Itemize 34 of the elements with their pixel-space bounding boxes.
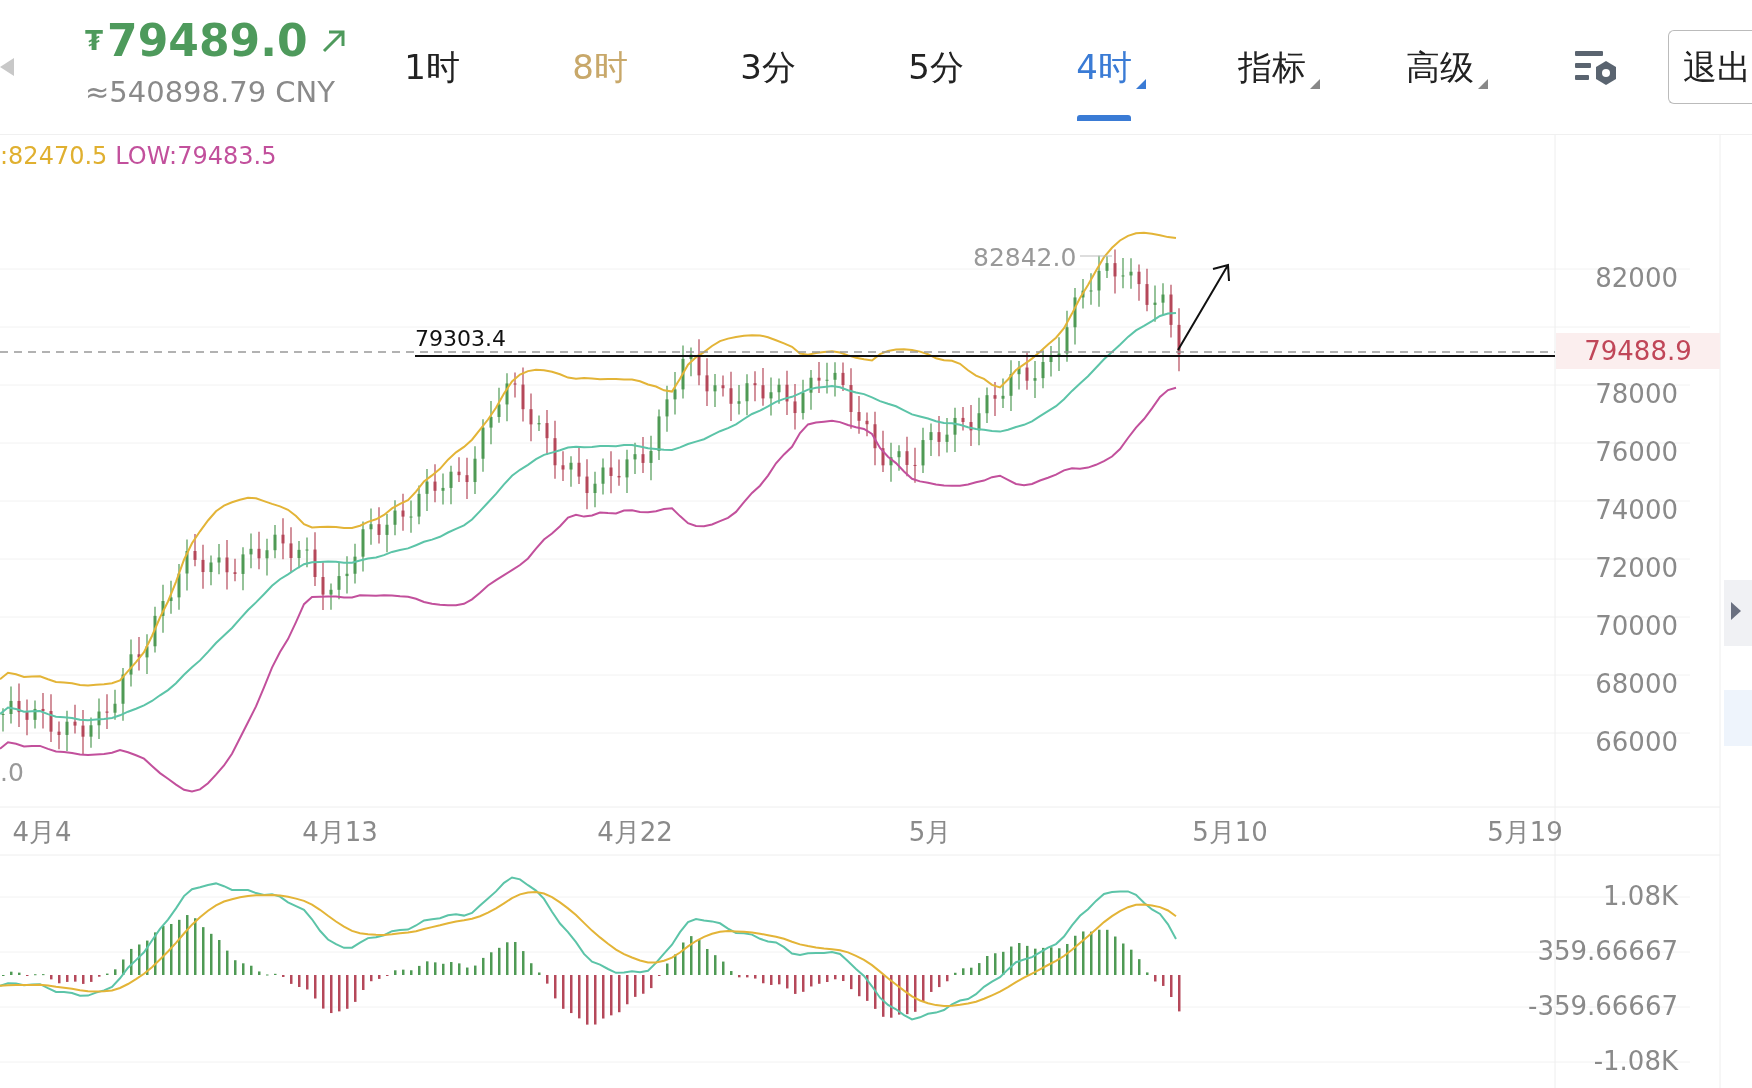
current-price: 79489.0	[107, 19, 308, 64]
price-level-label: 79303.4	[415, 326, 506, 351]
price-axis-label: 78000	[1595, 378, 1678, 409]
timeframe-tab[interactable]: 指标	[1188, 0, 1356, 135]
timeframe-tab[interactable]: 4时	[1020, 0, 1188, 135]
price-axis-label: 82000	[1595, 262, 1678, 293]
current-price-tag: 79488.9	[1556, 333, 1720, 369]
timeframe-tab[interactable]: 1时	[348, 0, 516, 135]
converted-price: ≈540898.79 CNY	[85, 74, 336, 112]
time-axis-label: 4月4	[12, 816, 72, 847]
time-axis-label: 4月22	[597, 816, 673, 847]
exit-button[interactable]: 退出	[1668, 30, 1752, 104]
time-axis-label: 5月	[908, 816, 952, 847]
peak-price-label: 82842.0	[973, 243, 1077, 272]
price-axis-label: 76000	[1595, 436, 1678, 467]
macd-axis-label: 1.08K	[1603, 880, 1678, 911]
timeframe-tab[interactable]: 高级	[1356, 0, 1524, 135]
price-stat: :82470.5	[0, 141, 108, 172]
time-axis-label: 5月19	[1487, 816, 1563, 847]
timeframe-tab[interactable]: 5分	[852, 0, 1020, 135]
macd-axis-label: 359.66667	[1537, 935, 1678, 966]
macd-axis-label: -1.08K	[1593, 1045, 1678, 1076]
price-axis-label: 72000	[1595, 552, 1678, 583]
price-axis-label: 66000	[1595, 726, 1678, 757]
price-axis-label: 70000	[1595, 610, 1678, 641]
timeframe-tab[interactable]: 3分	[684, 0, 852, 135]
time-axis-label: 5月10	[1192, 816, 1268, 847]
price-axis-label: 74000	[1595, 494, 1678, 525]
currency-sign: ₮	[85, 24, 104, 58]
low-price-label: .0	[0, 758, 24, 787]
time-axis-label: 4月13	[302, 816, 378, 847]
macd-axis-label: -359.66667	[1528, 990, 1678, 1021]
price-stat: LOW:79483.5	[115, 141, 277, 172]
price-axis-label: 68000	[1595, 668, 1678, 699]
